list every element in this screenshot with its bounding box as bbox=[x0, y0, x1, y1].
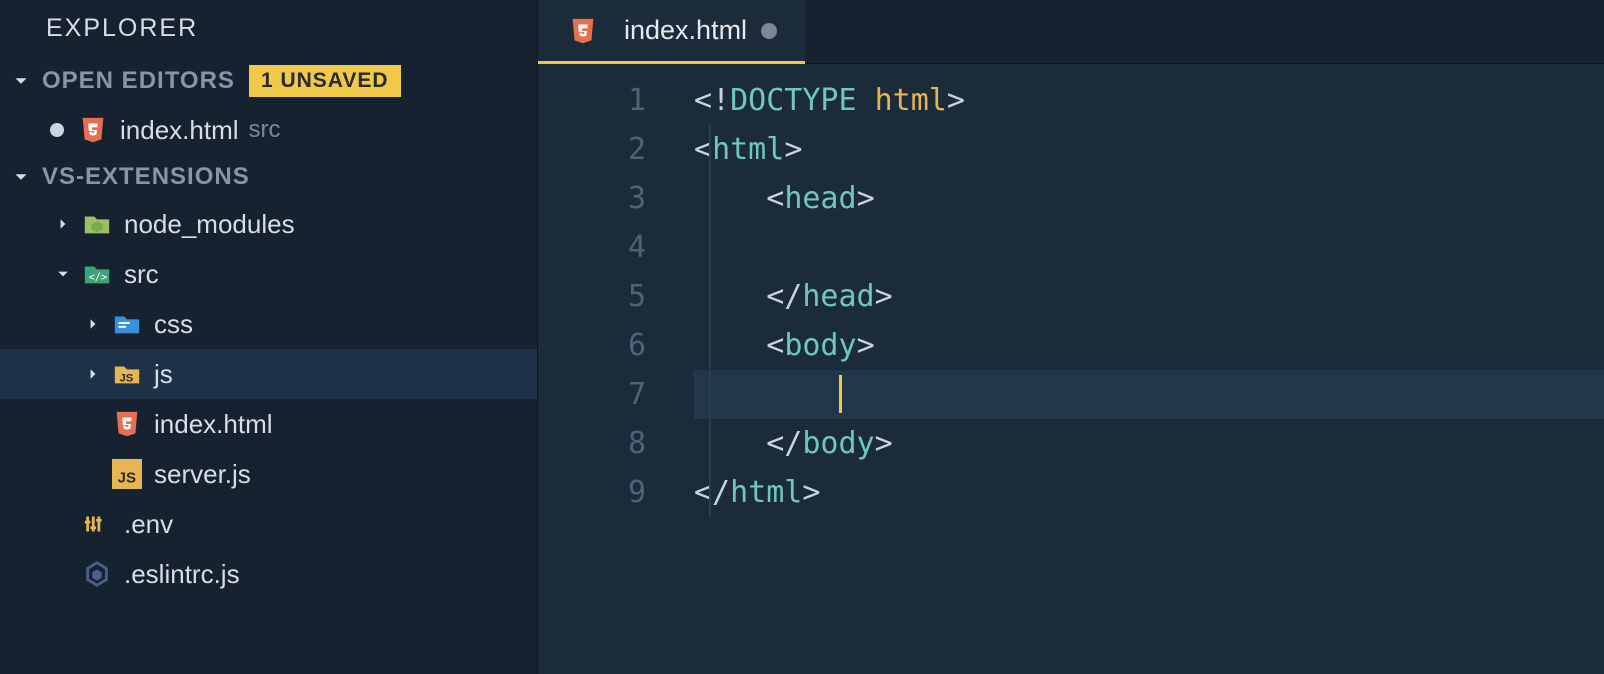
indent-guide bbox=[709, 125, 711, 517]
chevron-down-icon bbox=[14, 74, 34, 88]
tree-item-label: index.html bbox=[154, 409, 273, 440]
tree-item-server-js[interactable]: JS server.js bbox=[0, 449, 537, 499]
file-tree: node_modules </> src css JS js index.html JS ser… bbox=[0, 199, 537, 599]
tree-item--env[interactable]: .env bbox=[0, 499, 537, 549]
code-line[interactable]: <html> bbox=[694, 125, 1604, 174]
tree-item--eslintrc-js[interactable]: .eslintrc.js bbox=[0, 549, 537, 599]
tab-bar-empty bbox=[805, 0, 1604, 64]
folder-js-icon: JS bbox=[110, 359, 144, 389]
unsaved-badge: 1 UNSAVED bbox=[249, 65, 401, 97]
html5-icon bbox=[566, 16, 600, 46]
code-area[interactable]: 123456789 <!DOCTYPE html><html> <head> <… bbox=[538, 64, 1604, 674]
code-line[interactable]: <head> bbox=[694, 174, 1604, 223]
file-name: index.html bbox=[120, 115, 239, 146]
chevron-right-icon bbox=[84, 318, 102, 330]
cursor bbox=[839, 375, 842, 413]
code-line[interactable]: </body> bbox=[694, 419, 1604, 468]
code-line[interactable] bbox=[694, 223, 1604, 272]
js-icon: JS bbox=[110, 459, 144, 489]
project-header[interactable]: VS-EXTENSIONS bbox=[0, 155, 537, 199]
folder-node-icon bbox=[80, 209, 114, 239]
open-editors-header[interactable]: OPEN EDITORS 1 UNSAVED bbox=[0, 57, 537, 105]
folder-css-icon bbox=[110, 309, 144, 339]
line-number: 8 bbox=[538, 419, 646, 468]
line-number: 7 bbox=[538, 370, 646, 419]
tree-item-label: .eslintrc.js bbox=[124, 559, 240, 590]
svg-text:</>: </> bbox=[89, 272, 108, 284]
line-number: 4 bbox=[538, 223, 646, 272]
chevron-down-icon bbox=[54, 268, 72, 280]
tree-item-label: node_modules bbox=[124, 209, 295, 240]
tab-index-html[interactable]: index.html bbox=[538, 0, 805, 64]
chevron-right-icon bbox=[84, 368, 102, 380]
svg-text:JS: JS bbox=[118, 469, 136, 486]
open-editor-item[interactable]: index.html src bbox=[0, 105, 537, 155]
tree-item-label: server.js bbox=[154, 459, 251, 490]
code-line[interactable]: </html> bbox=[694, 468, 1604, 517]
tree-item-label: src bbox=[124, 259, 159, 290]
code-line[interactable] bbox=[694, 370, 1604, 419]
explorer-title: EXPLORER bbox=[0, 0, 537, 57]
line-number: 2 bbox=[538, 125, 646, 174]
svg-text:JS: JS bbox=[120, 373, 134, 385]
tree-item-node-modules[interactable]: node_modules bbox=[0, 199, 537, 249]
eslint-icon bbox=[80, 559, 114, 589]
chevron-right-icon bbox=[54, 218, 72, 230]
tree-item-css[interactable]: css bbox=[0, 299, 537, 349]
env-icon bbox=[80, 509, 114, 539]
line-number: 6 bbox=[538, 321, 646, 370]
line-number: 5 bbox=[538, 272, 646, 321]
file-dir: src bbox=[249, 116, 281, 144]
explorer-sidebar: EXPLORER OPEN EDITORS 1 UNSAVED index.ht… bbox=[0, 0, 538, 674]
chevron-down-icon bbox=[14, 170, 34, 184]
line-number: 3 bbox=[538, 174, 646, 223]
tab-label: index.html bbox=[624, 15, 747, 46]
tree-item-index-html[interactable]: index.html bbox=[0, 399, 537, 449]
dirty-indicator-icon bbox=[761, 23, 777, 39]
tab-bar: index.html bbox=[538, 0, 1604, 64]
line-number: 1 bbox=[538, 76, 646, 125]
tree-item-label: js bbox=[154, 359, 173, 390]
editor-pane: index.html 123456789 <!DOCTYPE html><htm… bbox=[538, 0, 1604, 674]
code-line[interactable]: </head> bbox=[694, 272, 1604, 321]
line-number: 9 bbox=[538, 468, 646, 517]
tree-item-label: css bbox=[154, 309, 193, 340]
html5-icon bbox=[76, 115, 110, 145]
line-number-gutter: 123456789 bbox=[538, 76, 694, 674]
folder-src-icon: </> bbox=[80, 259, 114, 289]
tree-item-src[interactable]: </> src bbox=[0, 249, 537, 299]
project-label: VS-EXTENSIONS bbox=[42, 163, 250, 191]
tree-item-label: .env bbox=[124, 509, 173, 540]
dirty-indicator-icon bbox=[50, 123, 64, 137]
code-line[interactable]: <!DOCTYPE html> bbox=[694, 76, 1604, 125]
open-editors-list: index.html src bbox=[0, 105, 537, 155]
code-lines[interactable]: <!DOCTYPE html><html> <head> </head> <bo… bbox=[694, 76, 1604, 674]
open-editors-label: OPEN EDITORS bbox=[42, 67, 235, 95]
html5-icon bbox=[110, 409, 144, 439]
tree-item-js[interactable]: JS js bbox=[0, 349, 537, 399]
code-line[interactable]: <body> bbox=[694, 321, 1604, 370]
